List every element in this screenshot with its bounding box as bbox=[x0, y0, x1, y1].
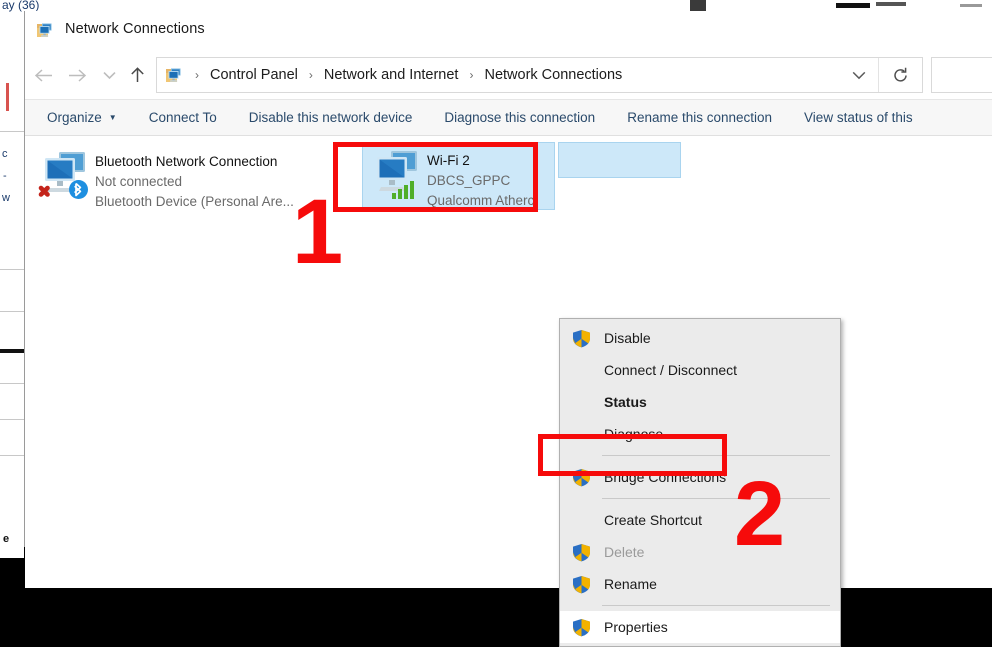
menu-item-label: Rename bbox=[604, 576, 657, 592]
menu-item-icon-placeholder bbox=[570, 391, 592, 413]
breadcrumb-network-connections[interactable]: Network Connections bbox=[482, 67, 624, 83]
command-rename-connection[interactable]: Rename this connection bbox=[611, 101, 788, 134]
context-menu: Disable Connect / Disconnect Status Diag… bbox=[559, 318, 841, 647]
network-adapter-wifi-icon bbox=[367, 147, 427, 205]
command-bar: Organize ▼ Connect To Disable this netwo… bbox=[25, 99, 992, 136]
list-item[interactable]: Wi-Fi 2 DBCS_GPPC Qualcomm Atherc bbox=[362, 142, 555, 210]
forward-icon[interactable] bbox=[63, 61, 91, 89]
background-divider-1 bbox=[0, 131, 24, 132]
menu-item-connect-disconnect[interactable]: Connect / Disconnect bbox=[560, 354, 840, 386]
adapter-name: Wi-Fi 2 bbox=[427, 153, 470, 168]
address-bar[interactable]: › Control Panel › Network and Internet ›… bbox=[156, 57, 923, 93]
adapter-status: DBCS_GPPC bbox=[427, 173, 511, 188]
background-titlebar-fragment-d bbox=[960, 4, 982, 7]
menu-separator bbox=[602, 455, 830, 456]
shield-icon bbox=[570, 466, 592, 488]
command-connect-to[interactable]: Connect To bbox=[133, 101, 233, 134]
breadcrumb-separator: › bbox=[308, 68, 313, 82]
shield-icon bbox=[570, 327, 592, 349]
up-one-level-icon[interactable] bbox=[123, 61, 151, 89]
shield-icon bbox=[570, 573, 592, 595]
chevron-down-icon: ▼ bbox=[108, 112, 117, 122]
adapter-name: Bluetooth Network Connection bbox=[95, 154, 278, 169]
background-titlebar-fragment-b bbox=[836, 3, 870, 8]
background-text-fragment-5: e bbox=[3, 533, 10, 545]
background-divider-3 bbox=[0, 311, 24, 312]
breadcrumb-network-icon bbox=[166, 67, 186, 84]
address-bar-row: › Control Panel › Network and Internet ›… bbox=[25, 51, 992, 99]
menu-item-label: Connect / Disconnect bbox=[604, 362, 738, 378]
connections-list: Bluetooth Network Connection Not connect… bbox=[25, 136, 992, 647]
breadcrumb-control-panel[interactable]: Control Panel bbox=[208, 67, 300, 83]
refresh-icon[interactable] bbox=[878, 58, 922, 92]
background-text-fragment-3: - bbox=[3, 170, 7, 182]
network-adapter-disconnected-bluetooth-icon bbox=[35, 148, 95, 206]
menu-item-delete: Delete bbox=[560, 536, 840, 568]
menu-item-label: Diagnose bbox=[604, 426, 664, 442]
command-disable-device[interactable]: Disable this network device bbox=[233, 101, 429, 134]
command-view-status[interactable]: View status of this bbox=[788, 101, 929, 134]
address-chevron-down-icon[interactable] bbox=[839, 58, 879, 92]
breadcrumb-separator: › bbox=[195, 68, 199, 82]
background-divider-6 bbox=[0, 419, 24, 420]
shield-icon bbox=[570, 541, 592, 563]
background-titlebar-fragment-a bbox=[690, 0, 706, 11]
annotation-step-two: 2 bbox=[734, 463, 786, 565]
window-title: Network Connections bbox=[65, 21, 205, 37]
menu-item-label: Disable bbox=[604, 330, 651, 346]
search-input[interactable] bbox=[931, 57, 992, 93]
window-titlebar: Network Connections bbox=[25, 11, 992, 51]
background-divider-7 bbox=[0, 455, 24, 456]
menu-item-rename[interactable]: Rename bbox=[560, 568, 840, 600]
command-organize[interactable]: Organize ▼ bbox=[31, 101, 133, 134]
menu-item-properties[interactable]: Properties bbox=[560, 611, 840, 643]
annotation-step-one: 1 bbox=[292, 181, 344, 283]
background-divider-2 bbox=[0, 269, 24, 270]
menu-item-label: Status bbox=[604, 394, 647, 410]
breadcrumb-separator: › bbox=[469, 68, 474, 82]
menu-item-icon-placeholder bbox=[570, 359, 592, 381]
menu-item-label: Create Shortcut bbox=[604, 512, 703, 528]
background-divider-4 bbox=[0, 349, 24, 353]
background-text-fragment-2: c bbox=[2, 148, 8, 160]
back-icon[interactable] bbox=[29, 61, 57, 89]
background-titlebar-fragment-c bbox=[876, 2, 906, 6]
command-diagnose-connection[interactable]: Diagnose this connection bbox=[428, 101, 611, 134]
background-window-left-column bbox=[0, 11, 24, 558]
breadcrumb-network-and-internet[interactable]: Network and Internet bbox=[322, 67, 461, 83]
menu-separator bbox=[602, 605, 830, 606]
menu-separator bbox=[602, 498, 830, 499]
command-organize-label: Organize bbox=[47, 110, 102, 125]
menu-item-icon-placeholder bbox=[570, 509, 592, 531]
list-item-text: Wi-Fi 2 DBCS_GPPC Qualcomm Atherc bbox=[427, 147, 553, 211]
shield-icon bbox=[570, 616, 592, 638]
background-red-sliver bbox=[6, 83, 9, 111]
menu-item-label: Properties bbox=[604, 619, 668, 635]
recent-locations-chevron-down-icon[interactable] bbox=[95, 61, 123, 89]
menu-item-diagnose[interactable]: Diagnose bbox=[560, 418, 840, 450]
background-divider-5 bbox=[0, 383, 24, 384]
network-connections-window: Network Connections › Control Panel › Ne… bbox=[24, 11, 992, 647]
network-connections-icon bbox=[37, 22, 57, 39]
menu-item-disable[interactable]: Disable bbox=[560, 322, 840, 354]
menu-item-bridge-connections[interactable]: Bridge Connections bbox=[560, 461, 840, 493]
list-item-placeholder[interactable] bbox=[558, 142, 681, 178]
menu-item-label: Bridge Connections bbox=[604, 469, 727, 485]
menu-item-icon-placeholder bbox=[570, 423, 592, 445]
menu-item-status[interactable]: Status bbox=[560, 386, 840, 418]
adapter-device: Qualcomm Atherc bbox=[427, 193, 535, 208]
background-text-fragment-4: w bbox=[2, 192, 10, 204]
menu-item-create-shortcut[interactable]: Create Shortcut bbox=[560, 504, 840, 536]
